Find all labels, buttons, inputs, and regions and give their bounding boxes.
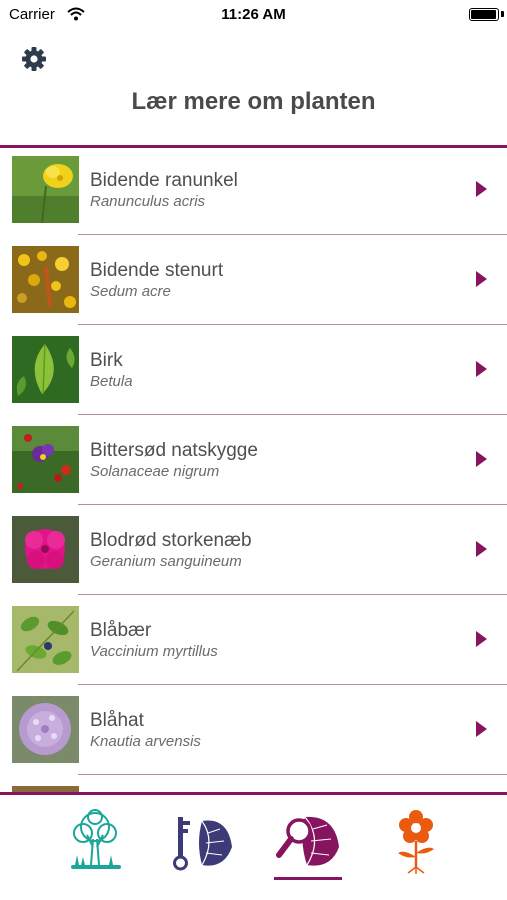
status-bar: Carrier 11:26 AM: [0, 0, 507, 30]
chevron-right-icon: [476, 631, 487, 647]
battery-level: [471, 10, 496, 19]
plant-row[interactable]: Birk Betula: [0, 328, 507, 418]
flower-icon[interactable]: [382, 807, 452, 877]
tab-bar: [0, 795, 507, 900]
chevron-right-icon: [476, 271, 487, 287]
plant-latin-name: Vaccinium myrtillus: [90, 643, 218, 660]
plant-latin-name: Solanaceae nigrum: [90, 463, 220, 480]
battery-icon: [469, 8, 499, 21]
plant-row[interactable]: Bidende stenurt Sedum acre: [0, 238, 507, 328]
plant-latin-name: Geranium sanguineum: [90, 553, 242, 570]
plant-row[interactable]: Bidende ranunkel Ranunculus acris: [0, 148, 507, 238]
plant-name: Blåhat: [90, 710, 144, 731]
plant-name: Birk: [90, 350, 123, 371]
chevron-right-icon: [476, 361, 487, 377]
plant-list[interactable]: Bidende ranunkel Ranunculus acris Bidend…: [0, 148, 507, 792]
key-leaf-icon[interactable]: [168, 807, 238, 877]
battery-tip: [501, 11, 504, 17]
plant-row[interactable]: Blåbær Vaccinium myrtillus: [0, 598, 507, 688]
row-divider: [78, 324, 507, 325]
plant-name: Blodrød storkenæb: [90, 530, 252, 551]
status-time: 11:26 AM: [221, 6, 286, 23]
row-divider: [78, 414, 507, 415]
chevron-right-icon: [476, 721, 487, 737]
chevron-right-icon: [476, 181, 487, 197]
row-divider: [78, 774, 507, 775]
plant-name: Bidende ranunkel: [90, 170, 238, 191]
row-divider: [78, 684, 507, 685]
plant-thumbnail: [12, 246, 79, 313]
plant-latin-name: Ranunculus acris: [90, 193, 206, 210]
gear-icon[interactable]: [21, 46, 47, 72]
plant-row[interactable]: Blåhat Knautia arvensis: [0, 688, 507, 778]
plant-thumbnail: [12, 336, 79, 403]
plant-name: Blåbær: [90, 620, 152, 641]
row-divider: [78, 234, 507, 235]
plant-row-partial[interactable]: [0, 778, 507, 792]
plant-name: Bittersød natskygge: [90, 440, 258, 461]
row-divider: [78, 594, 507, 595]
plant-thumbnail: [12, 516, 79, 583]
plant-thumbnail: [12, 156, 79, 223]
row-divider: [78, 504, 507, 505]
plant-row[interactable]: Blodrød storkenæb Geranium sanguineum: [0, 508, 507, 598]
plant-latin-name: Sedum acre: [90, 283, 171, 300]
plant-name: Bidende stenurt: [90, 260, 224, 281]
chevron-right-icon: [476, 451, 487, 467]
selected-tab-indicator: [274, 877, 342, 880]
magnifier-leaf-icon[interactable]: [273, 807, 343, 877]
plant-thumbnail: [12, 606, 79, 673]
tree-icon[interactable]: [61, 807, 131, 877]
plant-thumbnail: [12, 696, 79, 763]
plant-thumbnail: [12, 426, 79, 493]
page-title: Lær mere om planten: [131, 88, 376, 115]
plant-latin-name: Knautia arvensis: [90, 733, 201, 750]
plant-row[interactable]: Bittersød natskygge Solanaceae nigrum: [0, 418, 507, 508]
plant-latin-name: Betula: [90, 373, 133, 390]
chevron-right-icon: [476, 541, 487, 557]
